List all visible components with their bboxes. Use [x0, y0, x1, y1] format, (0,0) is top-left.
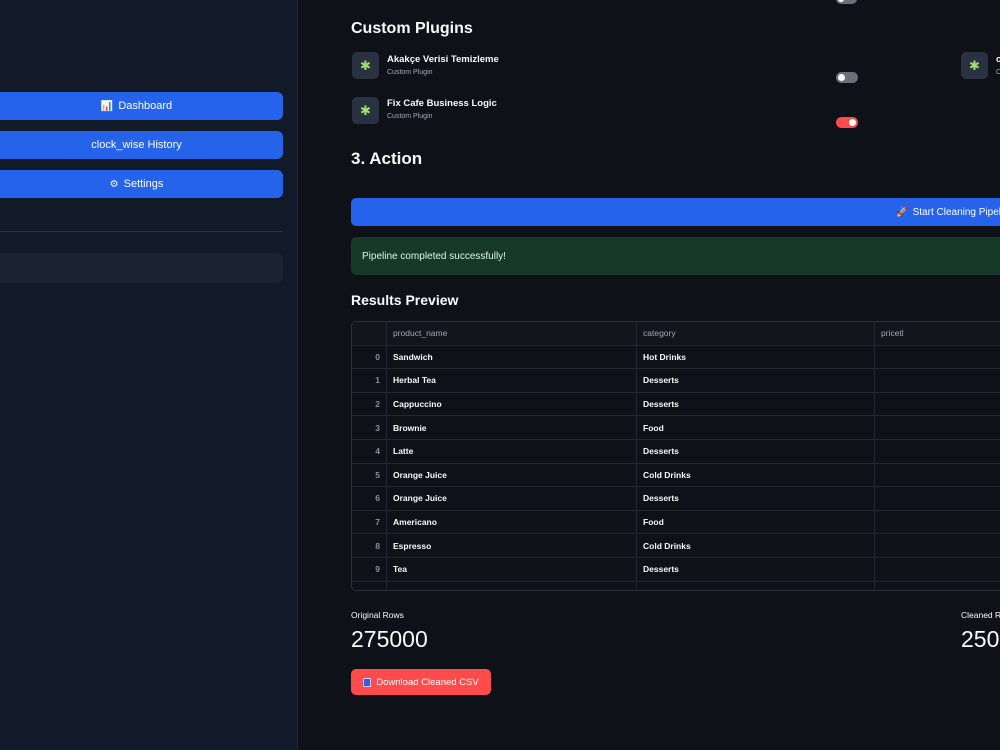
cell-category: Food — [637, 416, 875, 439]
start-cleaning-button[interactable]: 🚀 Start Cleaning Pipel — [351, 198, 1000, 226]
plugin-subtitle: C — [996, 69, 1000, 76]
sidebar-item-label: Dashboard — [118, 100, 173, 112]
puzzle-icon: ✱ — [352, 52, 379, 79]
cell-price — [875, 416, 1000, 439]
table-header-price[interactable]: pricetl — [875, 322, 1000, 345]
row-index: 2 — [352, 392, 387, 416]
cell-product-name: Sandwich — [387, 345, 637, 369]
row-index: 1 — [352, 369, 387, 392]
success-alert: Pipeline completed successfully! — [351, 237, 1000, 275]
table-row[interactable]: 0 Sandwich Hot Drinks — [352, 345, 1000, 370]
row-index: 4 — [352, 440, 387, 463]
cell-product-name: Americano — [387, 510, 637, 534]
table-row[interactable]: 1 Herbal Tea Desserts — [352, 369, 1000, 393]
cell-product-name: Herbal Tea — [387, 369, 637, 392]
table-header-product-name[interactable]: product_name — [387, 322, 637, 345]
cell-category: Hot Drinks — [637, 345, 875, 369]
table-row[interactable]: 4 Latte Desserts — [352, 440, 1000, 464]
file-icon — [363, 677, 372, 687]
cell-price — [875, 534, 1000, 557]
sidebar-item-dashboard[interactable]: 📊 Dashboard — [0, 92, 283, 120]
cell-price — [875, 440, 1000, 463]
sidebar-panel — [0, 253, 283, 283]
plugin-toggle[interactable] — [836, 72, 858, 83]
cell-price — [875, 511, 1000, 534]
sidebar-item-history[interactable]: clock_wise History — [0, 131, 283, 159]
cell-product-name: Cappuccino — [387, 392, 637, 416]
start-cleaning-label: Start Cleaning Pipel — [912, 206, 1000, 218]
cell-category: Desserts — [637, 369, 875, 392]
custom-plugins-heading: Custom Plugins — [351, 20, 473, 37]
cell-category: Cold Drinks — [637, 463, 875, 487]
cell-price — [875, 369, 1000, 392]
sidebar: 📊 Dashboard clock_wise History ⚙ Setting… — [0, 0, 298, 750]
cell-category: Desserts — [637, 392, 875, 416]
plugin-name: Fix Cafe Business Logic — [387, 98, 497, 109]
cell-product-name: Espresso — [387, 534, 637, 557]
table-row[interactable]: 8 Espresso Cold Drinks — [352, 534, 1000, 558]
row-index: 6 — [352, 487, 387, 510]
plugin-toggle-partial[interactable] — [836, 0, 857, 4]
cell-price — [875, 393, 1000, 416]
sidebar-item-label: Settings — [123, 178, 164, 190]
bar-chart-icon: 📊 — [100, 100, 114, 112]
table-header-category[interactable]: category — [637, 322, 875, 345]
table-row[interactable]: 7 Americano Food — [352, 510, 1000, 535]
table-row[interactable]: 2 Cappuccino Desserts — [352, 392, 1000, 417]
cell-category: Desserts — [637, 558, 875, 581]
rocket-icon: 🚀 — [896, 206, 909, 218]
plugin-subtitle: Custom Plugin — [387, 113, 433, 120]
table-row-partial — [352, 581, 1000, 590]
cell-product-name: Tea — [387, 558, 637, 581]
cell-price — [875, 464, 1000, 487]
plugin-name: c — [996, 54, 1000, 65]
table-header-row: product_name category pricetl — [352, 322, 1000, 346]
cleaned-rows-label: Cleaned R — [961, 610, 1000, 620]
original-rows-value: 275000 — [351, 626, 428, 652]
cell-category: Desserts — [637, 487, 875, 510]
cell-price — [875, 487, 1000, 510]
plugin-toggle[interactable] — [836, 117, 858, 128]
row-index: 5 — [352, 463, 387, 487]
action-heading: 3. Action — [351, 149, 423, 168]
sidebar-divider — [0, 231, 283, 232]
original-rows-label: Original Rows — [351, 610, 404, 620]
cell-category: Desserts — [637, 440, 875, 463]
cell-product-name: Latte — [387, 440, 637, 463]
cell-price — [875, 346, 1000, 369]
puzzle-icon: ✱ — [961, 52, 988, 79]
table-row[interactable]: 3 Brownie Food — [352, 416, 1000, 440]
table-row[interactable]: 9 Tea Desserts — [352, 558, 1000, 582]
plugin-name: Akakçe Verisi Temizleme — [387, 54, 499, 65]
cell-price — [875, 558, 1000, 581]
cell-product-name: Orange Juice — [387, 487, 637, 510]
row-index: 9 — [352, 558, 387, 581]
download-csv-label: Download Cleaned CSV — [376, 676, 479, 688]
gear-icon: ⚙ — [109, 178, 119, 190]
cell-category: Food — [637, 510, 875, 534]
sidebar-item-settings[interactable]: ⚙ Settings — [0, 170, 283, 198]
row-index: 0 — [352, 345, 387, 369]
sidebar-item-label: clock_wise History — [91, 139, 182, 151]
row-index: 3 — [352, 416, 387, 439]
cell-product-name: Orange Juice — [387, 463, 637, 487]
success-message: Pipeline completed successfully! — [362, 250, 506, 262]
table-row[interactable]: 5 Orange Juice Cold Drinks — [352, 463, 1000, 488]
table-header-index[interactable] — [352, 322, 387, 345]
results-preview-heading: Results Preview — [351, 292, 459, 308]
cell-category: Cold Drinks — [637, 534, 875, 557]
cell-product-name: Brownie — [387, 416, 637, 439]
row-index: 7 — [352, 510, 387, 534]
plugin-subtitle: Custom Plugin — [387, 69, 433, 76]
table-row[interactable]: 6 Orange Juice Desserts — [352, 487, 1000, 511]
download-csv-button[interactable]: Download Cleaned CSV — [351, 669, 491, 695]
cleaned-rows-value: 250 — [961, 626, 1000, 652]
row-index: 8 — [352, 534, 387, 557]
results-table[interactable]: product_name category pricetl 0 Sandwich… — [351, 321, 1000, 591]
puzzle-icon: ✱ — [352, 97, 379, 124]
